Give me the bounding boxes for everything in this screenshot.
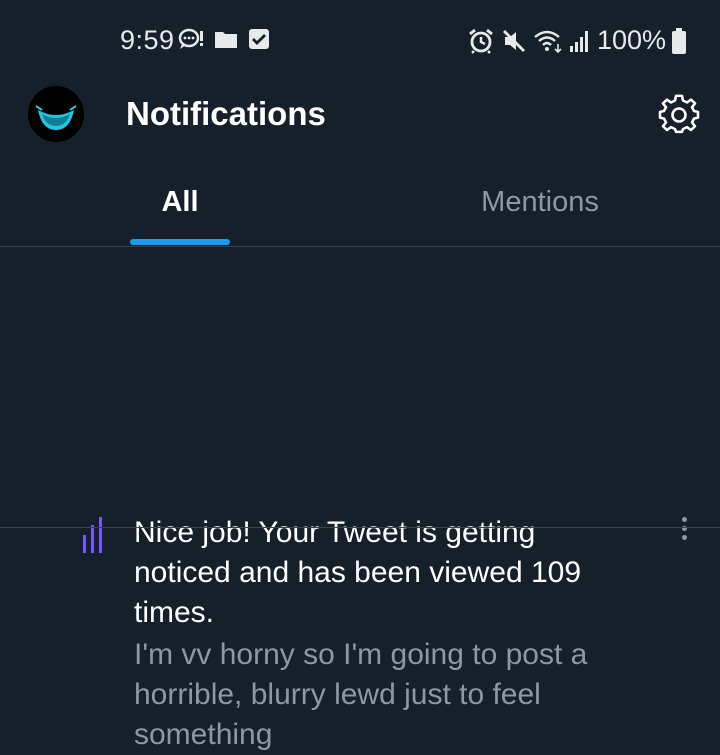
more-options-button[interactable] [672,517,696,545]
tweet-preview: I'm vv horny so I'm going to post a horr… [134,638,588,751]
checkbox-icon [249,29,269,49]
more-dot-icon [681,517,687,522]
battery-icon [672,27,686,54]
notification-item[interactable]: Nice job! Your Tweet is getting noticed … [0,247,720,751]
notification-tabs: All Mentions [0,172,720,246]
battery-percent: 100% [596,25,666,55]
notification-divider [0,527,720,528]
mute-icon [502,29,525,52]
active-tab-indicator [130,239,230,245]
analytics-bars-icon [83,517,102,553]
status-time: 9:59 [120,25,175,55]
tab-mentions[interactable]: Mentions [360,172,720,246]
status-left-icons [178,28,270,50]
signal-icon [569,30,588,52]
more-dot-icon [681,535,687,540]
folder-icon [215,32,237,48]
wifi-icon [534,30,562,53]
notification-text: Nice job! Your Tweet is getting noticed … [134,516,582,629]
status-bar: 9:59 100% [0,0,720,80]
status-right-icons: 100% [467,25,686,56]
alarm-icon [469,28,493,54]
avatar[interactable] [28,86,84,142]
avatar-image [28,86,84,142]
chat-bubble-icon [178,28,203,49]
tab-mentions-label: Mentions [481,186,599,218]
gear-icon [658,94,700,134]
tab-all[interactable]: All [0,172,360,246]
page-title: Notifications [126,95,326,132]
settings-button[interactable] [658,94,700,136]
tab-all-label: All [161,186,199,218]
